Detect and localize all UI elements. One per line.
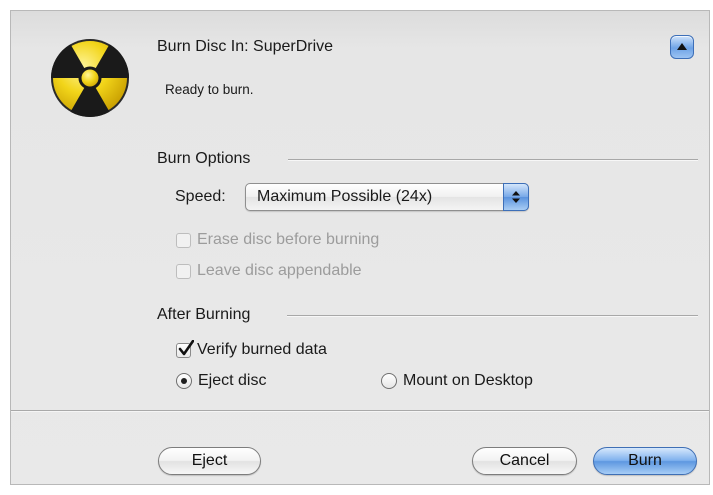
burn-options-heading: Burn Options (157, 150, 251, 167)
burn-button[interactable]: Burn (593, 447, 697, 475)
speed-label: Speed: (175, 188, 226, 205)
verify-label: Verify burned data (197, 341, 327, 358)
burn-dialog: Burn Disc In: SuperDrive Ready to burn. … (10, 10, 710, 485)
eject-disc-label: Eject disc (198, 372, 267, 389)
after-burning-heading: After Burning (157, 306, 251, 323)
leave-appendable-option[interactable]: Leave disc appendable (176, 262, 362, 280)
eject-disc-option[interactable]: Eject disc (176, 372, 266, 390)
erase-disc-checkbox[interactable] (176, 232, 191, 248)
mount-desktop-option[interactable]: Mount on Desktop (381, 372, 533, 390)
mount-desktop-label: Mount on Desktop (403, 372, 533, 389)
verify-checkbox[interactable] (176, 339, 194, 358)
radiation-hazard-icon (50, 39, 129, 118)
collapse-button[interactable] (670, 35, 694, 59)
burn-options-divider (288, 159, 698, 161)
verify-option[interactable]: Verify burned data (176, 339, 327, 359)
up-down-arrows-icon (512, 191, 520, 203)
disclosure-triangle-up-icon (677, 43, 687, 50)
leave-appendable-label: Leave disc appendable (197, 262, 362, 279)
eject-button[interactable]: Eject (158, 447, 261, 475)
burn-status: Ready to burn. (165, 82, 254, 97)
leave-appendable-checkbox[interactable] (176, 263, 191, 279)
erase-disc-option[interactable]: Erase disc before burning (176, 231, 379, 249)
dialog-title: Burn Disc In: SuperDrive (157, 38, 334, 55)
cancel-button[interactable]: Cancel (472, 447, 577, 475)
erase-disc-label: Erase disc before burning (197, 231, 380, 248)
eject-disc-radio[interactable] (176, 373, 192, 389)
popup-arrows (503, 183, 529, 211)
after-burning-divider (287, 315, 698, 317)
button-bar-divider (11, 410, 709, 412)
speed-popup[interactable]: Maximum Possible (24x) (245, 183, 529, 211)
speed-value: Maximum Possible (24x) (257, 188, 433, 205)
mount-desktop-radio[interactable] (381, 373, 397, 389)
checkmark-icon (178, 339, 194, 355)
